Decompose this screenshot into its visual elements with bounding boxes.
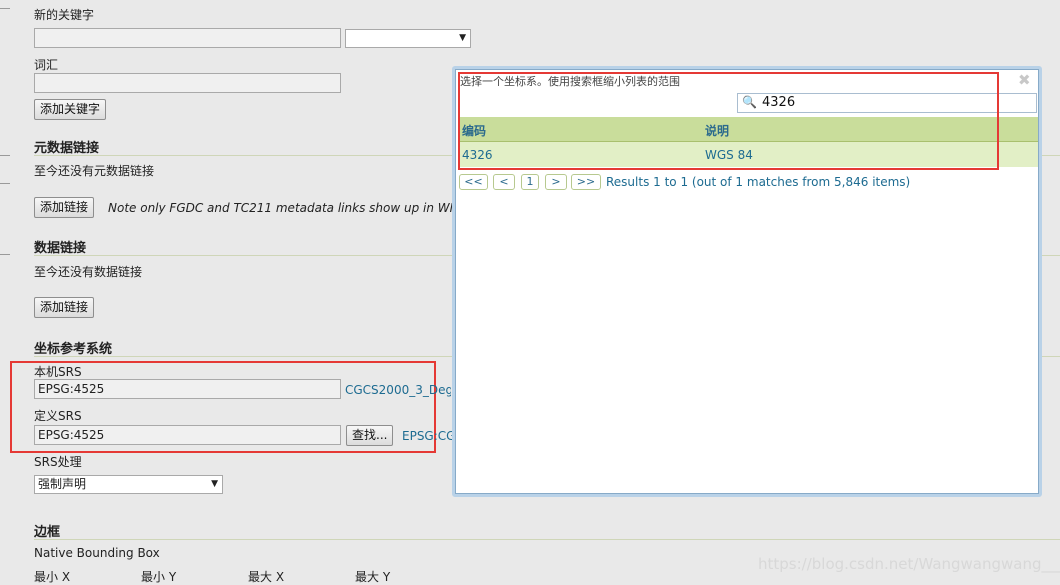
max-y-label: 最大 Y [355, 570, 391, 584]
prev-page-button[interactable]: < [493, 174, 515, 190]
section-divider [34, 155, 452, 156]
close-icon[interactable]: ✖ [1018, 71, 1031, 89]
vocabulary-select[interactable]: ▼ [345, 29, 471, 48]
margin-mark [0, 8, 10, 9]
declared-srs-label: 定义SRS [34, 409, 82, 423]
page-number-button[interactable]: 1 [521, 174, 539, 190]
native-srs-link[interactable]: CGCS2000_3_Degre [345, 383, 451, 397]
watermark-text: https://blog.csdn.net/Wangwangwang___ [758, 555, 1060, 573]
add-data-link-button[interactable]: 添加链接 [34, 297, 95, 318]
chevron-down-icon: ▼ [211, 479, 218, 489]
native-bbox-label: Native Bounding Box [34, 546, 160, 560]
new-keyword-input[interactable] [34, 28, 341, 48]
srs-handling-label: SRS处理 [34, 455, 82, 469]
add-keyword-button[interactable]: 添加关键字 [34, 99, 107, 120]
section-divider [34, 255, 452, 256]
margin-mark [0, 254, 10, 255]
metadata-links-empty-text: 至今还没有元数据链接 [34, 164, 155, 178]
section-divider [1042, 255, 1060, 256]
crs-heading: 坐标参考系统 [34, 342, 113, 357]
srs-handling-value: 强制声明 [38, 477, 87, 491]
native-srs-field[interactable]: EPSG:4525 [34, 379, 341, 399]
first-page-button[interactable]: << [459, 174, 488, 190]
next-page-button[interactable]: > [545, 174, 567, 190]
add-metadata-link-button[interactable]: 添加链接 [34, 197, 95, 218]
max-x-label: 最大 X [248, 570, 285, 584]
metadata-links-heading: 元数据链接 [34, 141, 100, 156]
section-divider [1042, 356, 1060, 357]
margin-mark [0, 155, 10, 156]
new-keyword-label: 新的关键字 [34, 8, 95, 22]
vocabulary-label: 词汇 [34, 58, 59, 72]
margin-mark [0, 183, 10, 184]
section-divider [1042, 155, 1060, 156]
bbox-heading: 边框 [34, 525, 61, 540]
last-page-button[interactable]: >> [571, 174, 601, 190]
min-y-label: 最小 Y [141, 570, 177, 584]
min-x-label: 最小 X [34, 570, 71, 584]
crs-picker-dialog: 选择一个坐标系。使用搜索框缩小列表的范围 ✖ 🔍 4326 编码 说明 4326… [452, 66, 1042, 497]
native-srs-label: 本机SRS [34, 365, 82, 379]
find-srs-button[interactable]: 查找... [346, 425, 394, 446]
chevron-down-icon: ▼ [459, 33, 466, 43]
section-divider [34, 356, 452, 357]
section-divider [34, 539, 1060, 540]
data-links-empty-text: 至今还没有数据链接 [34, 265, 143, 279]
declared-srs-link[interactable]: EPSG:CGC [402, 429, 452, 443]
data-links-heading: 数据链接 [34, 241, 87, 256]
metadata-links-note: Note only FGDC and TC211 metadata links … [108, 201, 502, 215]
srs-handling-select[interactable]: 强制声明 ▼ [34, 475, 223, 494]
vocabulary-input[interactable] [34, 73, 341, 93]
dialog-highlight-box [458, 72, 999, 170]
declared-srs-field[interactable]: EPSG:4525 [34, 425, 341, 445]
results-summary: Results 1 to 1 (out of 1 matches from 5,… [606, 175, 911, 189]
